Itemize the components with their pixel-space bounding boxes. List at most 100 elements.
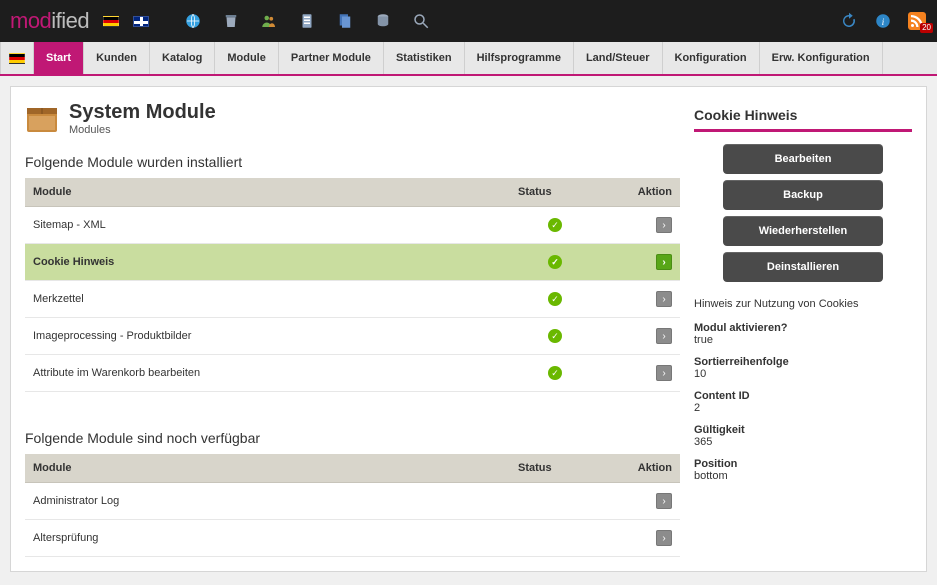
menu-item[interactable]: Hilfsprogramme (465, 42, 574, 74)
module-status (510, 520, 600, 557)
side-property-value: bottom (694, 470, 912, 482)
module-name: Administrator Log (25, 483, 510, 520)
side-property: Positionbottom (694, 458, 912, 482)
menu-item[interactable]: Start (34, 42, 84, 74)
module-status: ✓ (510, 355, 600, 392)
action-arrow-icon[interactable]: › (656, 328, 672, 344)
side-property-key: Modul aktivieren? (694, 322, 912, 334)
status-active-icon: ✓ (548, 366, 562, 380)
action-arrow-icon[interactable]: › (656, 254, 672, 270)
menu-item[interactable]: Kunden (84, 42, 150, 74)
menu-item[interactable]: Partner Module (279, 42, 384, 74)
action-arrow-icon[interactable]: › (656, 217, 672, 233)
module-action: › (600, 318, 680, 355)
menu-item[interactable]: Katalog (150, 42, 215, 74)
side-description: Hinweis zur Nutzung von Cookies (694, 298, 912, 310)
side-property-value: 10 (694, 368, 912, 380)
database-icon[interactable] (373, 11, 393, 31)
menu-item[interactable]: Land/Steuer (574, 42, 663, 74)
status-active-icon: ✓ (548, 255, 562, 269)
flag-de-icon (9, 53, 25, 64)
module-action: › (600, 207, 680, 244)
module-status: ✓ (510, 318, 600, 355)
available-modules-table: Module Status Aktion Administrator Log›A… (25, 454, 680, 557)
info-icon[interactable]: i (873, 11, 893, 31)
restore-button[interactable]: Wiederherstellen (723, 216, 883, 246)
available-heading: Folgende Module sind noch verfügbar (25, 430, 680, 446)
table-row[interactable]: Attribute im Warenkorb bearbeiten ✓ › (25, 355, 680, 392)
side-property-value: 365 (694, 436, 912, 448)
module-name: Cookie Hinweis (25, 244, 510, 281)
topbar: modified i (0, 0, 937, 42)
side-property: Gültigkeit365 (694, 424, 912, 448)
content: System Module Modules Folgende Module wu… (10, 86, 927, 572)
module-action: › (600, 281, 680, 318)
module-action: › (600, 355, 680, 392)
module-status (510, 483, 600, 520)
uninstall-button[interactable]: Deinstallieren (723, 252, 883, 282)
side-panel: Cookie Hinweis Bearbeiten Backup Wiederh… (694, 101, 912, 557)
status-active-icon: ✓ (548, 292, 562, 306)
side-property: Content ID2 (694, 390, 912, 414)
side-property-value: 2 (694, 402, 912, 414)
action-arrow-icon[interactable]: › (656, 530, 672, 546)
box-icon (25, 102, 59, 136)
module-status: ✓ (510, 244, 600, 281)
module-status: ✓ (510, 281, 600, 318)
flag-en-icon[interactable] (133, 16, 149, 27)
menubar: StartKundenKatalogModulePartner ModuleSt… (0, 42, 937, 76)
table-row[interactable]: Merkzettel✓› (25, 281, 680, 318)
table-row[interactable]: Altersprüfung › (25, 520, 680, 557)
installed-heading: Folgende Module wurden installiert (25, 154, 680, 170)
toolbar-icons-right: i 20 (839, 11, 927, 31)
module-name: Altersprüfung (25, 520, 510, 557)
status-active-icon: ✓ (548, 218, 562, 232)
module-status: ✓ (510, 207, 600, 244)
side-property: Modul aktivieren?true (694, 322, 912, 346)
action-arrow-icon[interactable]: › (656, 291, 672, 307)
action-arrow-icon[interactable]: › (656, 365, 672, 381)
module-name: Attribute im Warenkorb bearbeiten (25, 355, 510, 392)
menu-item[interactable]: Konfiguration (663, 42, 760, 74)
page-header: System Module Modules (25, 101, 680, 136)
menubar-flag[interactable] (0, 42, 34, 74)
menu-item[interactable]: Statistiken (384, 42, 465, 74)
installed-modules-table: Module Status Aktion Sitemap - XML✓›Cook… (25, 178, 680, 392)
col-status: Status (510, 454, 600, 483)
module-action: › (600, 520, 680, 557)
module-action: › (600, 483, 680, 520)
side-property-key: Gültigkeit (694, 424, 912, 436)
rss-icon[interactable]: 20 (907, 11, 927, 31)
edit-button[interactable]: Bearbeiten (723, 144, 883, 174)
table-row[interactable]: Cookie Hinweis ✓ › (25, 244, 680, 281)
module-name: Imageprocessing - Produktbilder (25, 318, 510, 355)
col-module: Module (25, 454, 510, 483)
menu-item[interactable]: Module (215, 42, 279, 74)
clipboard-icon[interactable] (297, 11, 317, 31)
logo[interactable]: modified (10, 8, 89, 34)
col-aktion: Aktion (600, 454, 680, 483)
backup-button[interactable]: Backup (723, 180, 883, 210)
side-buttons: Bearbeiten Backup Wiederherstellen Deins… (694, 144, 912, 282)
search-icon[interactable] (411, 11, 431, 31)
table-row[interactable]: Imageprocessing - Produktbilder✓ › (25, 318, 680, 355)
logo-part1: mod (10, 8, 51, 34)
side-panel-separator (694, 129, 912, 132)
refresh-icon[interactable] (839, 11, 859, 31)
users-icon[interactable] (259, 11, 279, 31)
documents-icon[interactable] (335, 11, 355, 31)
side-property-key: Position (694, 458, 912, 470)
toolbar-icons (183, 11, 431, 31)
table-row[interactable]: Sitemap - XML✓› (25, 207, 680, 244)
table-row[interactable]: Administrator Log › (25, 483, 680, 520)
action-arrow-icon[interactable]: › (656, 493, 672, 509)
main-column: System Module Modules Folgende Module wu… (25, 101, 680, 557)
side-property-key: Content ID (694, 390, 912, 402)
col-module: Module (25, 178, 510, 207)
flag-de-icon[interactable] (103, 16, 119, 27)
side-property: Sortierreihenfolge10 (694, 356, 912, 380)
side-property-value: true (694, 334, 912, 346)
trash-icon[interactable] (221, 11, 241, 31)
globe-icon[interactable] (183, 11, 203, 31)
menu-item[interactable]: Erw. Konfiguration (760, 42, 883, 74)
